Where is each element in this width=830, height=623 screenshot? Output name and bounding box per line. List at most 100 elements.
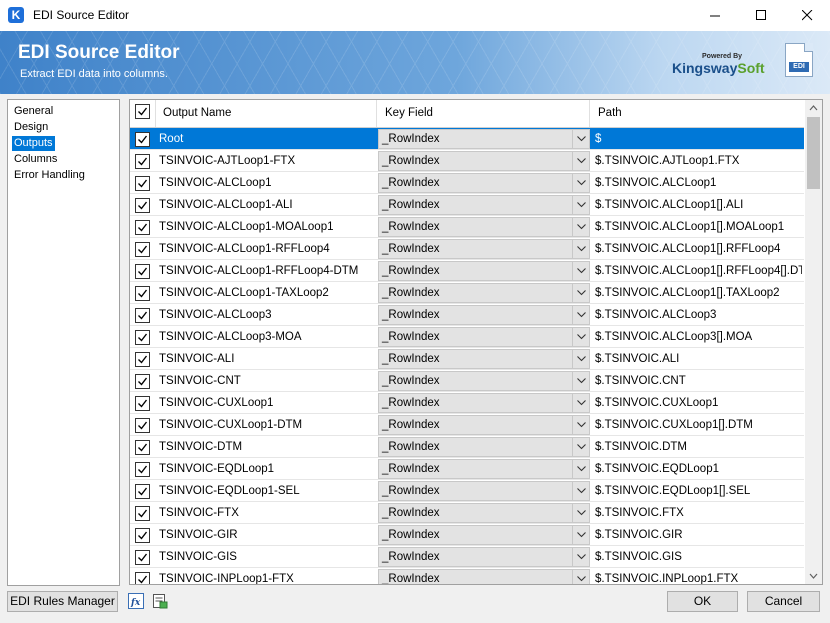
output-name-cell[interactable]: TSINVOIC-ALI	[159, 348, 375, 370]
key-field-dropdown[interactable]: _RowIndex	[378, 195, 590, 215]
table-row[interactable]: TSINVOIC-AJTLoop1-FTX _RowIndex $.TSINVOIC…	[130, 150, 804, 172]
table-row[interactable]: TSINVOIC-CUXLoop1-DTM _RowIndex $.TSINVOIC…	[130, 414, 804, 436]
output-name-cell[interactable]: TSINVOIC-ALCLoop1-ALI	[159, 194, 375, 216]
table-row[interactable]: TSINVOIC-CUXLoop1 _RowIndex $.TSINVOIC.CUX…	[130, 392, 804, 414]
path-cell[interactable]: $.TSINVOIC.EQDLoop1	[595, 458, 802, 480]
chevron-down-icon[interactable]	[572, 284, 589, 302]
path-cell[interactable]: $.TSINVOIC.ALCLoop1[].MOALoop1	[595, 216, 802, 238]
chevron-down-icon[interactable]	[572, 394, 589, 412]
chevron-down-icon[interactable]	[572, 526, 589, 544]
table-row[interactable]: TSINVOIC-EQDLoop1 _RowIndex $.TSINVOIC.EQD…	[130, 458, 804, 480]
chevron-down-icon[interactable]	[572, 328, 589, 346]
chevron-down-icon[interactable]	[572, 460, 589, 478]
table-row[interactable]: TSINVOIC-ALCLoop1-TAXLoop2 _RowIndex $.TSI…	[130, 282, 804, 304]
chevron-down-icon[interactable]	[572, 174, 589, 192]
chevron-down-icon[interactable]	[572, 130, 589, 148]
row-checkbox[interactable]	[135, 418, 150, 433]
table-row[interactable]: TSINVOIC-ALCLoop3 _RowIndex $.TSINVOIC.ALC…	[130, 304, 804, 326]
row-checkbox[interactable]	[135, 572, 150, 584]
ok-button[interactable]: OK	[667, 591, 738, 612]
row-checkbox[interactable]	[135, 462, 150, 477]
key-field-dropdown[interactable]: _RowIndex	[378, 217, 590, 237]
key-field-dropdown[interactable]: _RowIndex	[378, 393, 590, 413]
row-checkbox[interactable]	[135, 484, 150, 499]
path-cell[interactable]: $.TSINVOIC.ALI	[595, 348, 802, 370]
row-checkbox[interactable]	[135, 242, 150, 257]
maximize-button[interactable]	[738, 0, 784, 31]
output-name-cell[interactable]: TSINVOIC-GIR	[159, 524, 375, 546]
table-row[interactable]: TSINVOIC-FTX _RowIndex $.TSINVOIC.FTX	[130, 502, 804, 524]
key-field-dropdown[interactable]: _RowIndex	[378, 305, 590, 325]
key-field-dropdown[interactable]: _RowIndex	[378, 437, 590, 457]
key-field-dropdown[interactable]: _RowIndex	[378, 129, 590, 149]
key-field-dropdown[interactable]: _RowIndex	[378, 173, 590, 193]
chevron-down-icon[interactable]	[572, 262, 589, 280]
row-checkbox[interactable]	[135, 506, 150, 521]
output-name-cell[interactable]: TSINVOIC-GIS	[159, 546, 375, 568]
path-cell[interactable]: $.TSINVOIC.ALCLoop1[].TAXLoop2	[595, 282, 802, 304]
key-field-dropdown[interactable]: _RowIndex	[378, 481, 590, 501]
row-checkbox[interactable]	[135, 198, 150, 213]
table-row[interactable]: TSINVOIC-GIR _RowIndex $.TSINVOIC.GIR	[130, 524, 804, 546]
nav-item-general[interactable]: General	[12, 104, 55, 119]
nav-item-design[interactable]: Design	[12, 120, 50, 135]
chevron-down-icon[interactable]	[572, 438, 589, 456]
key-field-dropdown[interactable]: _RowIndex	[378, 525, 590, 545]
variables-button[interactable]	[152, 593, 168, 609]
edi-rules-manager-button[interactable]: EDI Rules Manager	[7, 591, 118, 612]
path-cell[interactable]: $.TSINVOIC.FTX	[595, 502, 802, 524]
path-cell[interactable]: $.TSINVOIC.ALCLoop1	[595, 172, 802, 194]
row-checkbox[interactable]	[135, 396, 150, 411]
path-cell[interactable]: $.TSINVOIC.DTM	[595, 436, 802, 458]
scrollbar-thumb[interactable]	[807, 117, 820, 189]
chevron-down-icon[interactable]	[572, 504, 589, 522]
row-checkbox[interactable]	[135, 286, 150, 301]
output-name-cell[interactable]: TSINVOIC-ALCLoop3	[159, 304, 375, 326]
chevron-down-icon[interactable]	[572, 416, 589, 434]
row-checkbox[interactable]	[135, 308, 150, 323]
chevron-down-icon[interactable]	[572, 196, 589, 214]
output-name-cell[interactable]: TSINVOIC-DTM	[159, 436, 375, 458]
output-name-cell[interactable]: TSINVOIC-CNT	[159, 370, 375, 392]
path-cell[interactable]: $.TSINVOIC.GIS	[595, 546, 802, 568]
chevron-down-icon[interactable]	[572, 570, 589, 584]
column-header-key-field[interactable]: Key Field	[378, 100, 590, 127]
table-row[interactable]: TSINVOIC-INPLoop1-FTX _RowIndex $.TSINVOIC…	[130, 568, 804, 584]
key-field-dropdown[interactable]: _RowIndex	[378, 261, 590, 281]
key-field-dropdown[interactable]: _RowIndex	[378, 503, 590, 523]
row-checkbox[interactable]	[135, 352, 150, 367]
output-name-cell[interactable]: TSINVOIC-EQDLoop1-SEL	[159, 480, 375, 502]
chevron-down-icon[interactable]	[572, 240, 589, 258]
column-header-path[interactable]: Path	[591, 100, 804, 127]
column-header-output-name[interactable]: Output Name	[156, 100, 377, 127]
row-checkbox[interactable]	[135, 264, 150, 279]
output-name-cell[interactable]: TSINVOIC-INPLoop1-FTX	[159, 568, 375, 584]
key-field-dropdown[interactable]: _RowIndex	[378, 151, 590, 171]
vertical-scrollbar[interactable]	[805, 100, 822, 584]
path-cell[interactable]: $.TSINVOIC.AJTLoop1.FTX	[595, 150, 802, 172]
row-checkbox[interactable]	[135, 154, 150, 169]
chevron-down-icon[interactable]	[572, 152, 589, 170]
output-name-cell[interactable]: TSINVOIC-ALCLoop1-RFFLoop4-DTM	[159, 260, 375, 282]
key-field-dropdown[interactable]: _RowIndex	[378, 327, 590, 347]
chevron-down-icon[interactable]	[572, 482, 589, 500]
nav-item-error-handling[interactable]: Error Handling	[12, 168, 87, 183]
output-name-cell[interactable]: TSINVOIC-FTX	[159, 502, 375, 524]
output-name-cell[interactable]: TSINVOIC-ALCLoop1-MOALoop1	[159, 216, 375, 238]
key-field-dropdown[interactable]: _RowIndex	[378, 569, 590, 584]
select-all-checkbox[interactable]	[135, 104, 150, 119]
table-row[interactable]: TSINVOIC-ALCLoop1 _RowIndex $.TSINVOIC.ALC…	[130, 172, 804, 194]
key-field-dropdown[interactable]: _RowIndex	[378, 459, 590, 479]
key-field-dropdown[interactable]: _RowIndex	[378, 239, 590, 259]
table-row[interactable]: TSINVOIC-ALCLoop1-ALI _RowIndex $.TSINVOIC…	[130, 194, 804, 216]
path-cell[interactable]: $	[595, 128, 802, 150]
path-cell[interactable]: $.TSINVOIC.GIR	[595, 524, 802, 546]
path-cell[interactable]: $.TSINVOIC.EQDLoop1[].SEL	[595, 480, 802, 502]
table-row[interactable]: TSINVOIC-ALCLoop1-RFFLoop4 _RowIndex $.TSI…	[130, 238, 804, 260]
output-name-cell[interactable]: TSINVOIC-ALCLoop3-MOA	[159, 326, 375, 348]
key-field-dropdown[interactable]: _RowIndex	[378, 371, 590, 391]
row-checkbox[interactable]	[135, 374, 150, 389]
minimize-button[interactable]	[692, 0, 738, 31]
output-name-cell[interactable]: TSINVOIC-AJTLoop1-FTX	[159, 150, 375, 172]
close-button[interactable]	[784, 0, 830, 31]
